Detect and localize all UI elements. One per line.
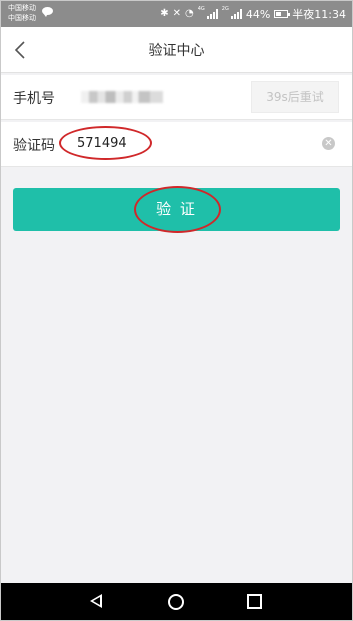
bluetooth-icon: ✱ [160,8,169,19]
signal-icon [206,9,218,19]
nav-back-icon[interactable] [90,594,102,608]
message-icon [42,7,53,17]
carrier-info: 中国移动 中国移动 [8,3,36,23]
status-icons: ✱ ✕ ◔ 4G 2G 44% 半夜11:34 [160,6,346,22]
phone-number-blurred [81,91,163,103]
status-bar: 中国移动 中国移动 ✱ ✕ ◔ 4G 2G 44% 半夜11:34 [1,1,352,27]
nav-home-icon[interactable] [168,594,184,610]
code-label: 验证码 [13,138,55,154]
clear-icon[interactable]: ✕ [322,137,335,150]
carrier-1: 中国移动 [8,4,36,12]
phone-row: 手机号 39s后重试 [1,75,352,120]
battery-icon [274,10,291,18]
annotation-circle-verify [134,186,221,233]
nav-recent-apps-icon[interactable] [247,594,262,609]
clock: 半夜11:34 [292,8,346,21]
battery-percent: 44% [245,7,271,21]
navigation-bar [1,583,352,620]
header-bar: 验证中心 [1,27,352,73]
code-row: 验证码 571494 ✕ [1,122,352,167]
phone-label: 手机号 [13,91,55,107]
signal-icon-2 [230,9,242,19]
page-title: 验证中心 [148,43,205,59]
resend-code-button[interactable]: 39s后重试 [251,81,339,113]
alarm-icon: ◔ [184,8,194,19]
annotation-circle-code [59,126,152,160]
network-type-1: 4G [197,6,205,12]
phone-screen: 中国移动 中国移动 ✱ ✕ ◔ 4G 2G 44% 半夜11:34 验证中心 手 [0,0,353,621]
network-type-2: 2G [221,6,229,12]
mute-icon: ✕ [172,8,181,19]
carrier-2: 中国移动 [8,14,36,22]
